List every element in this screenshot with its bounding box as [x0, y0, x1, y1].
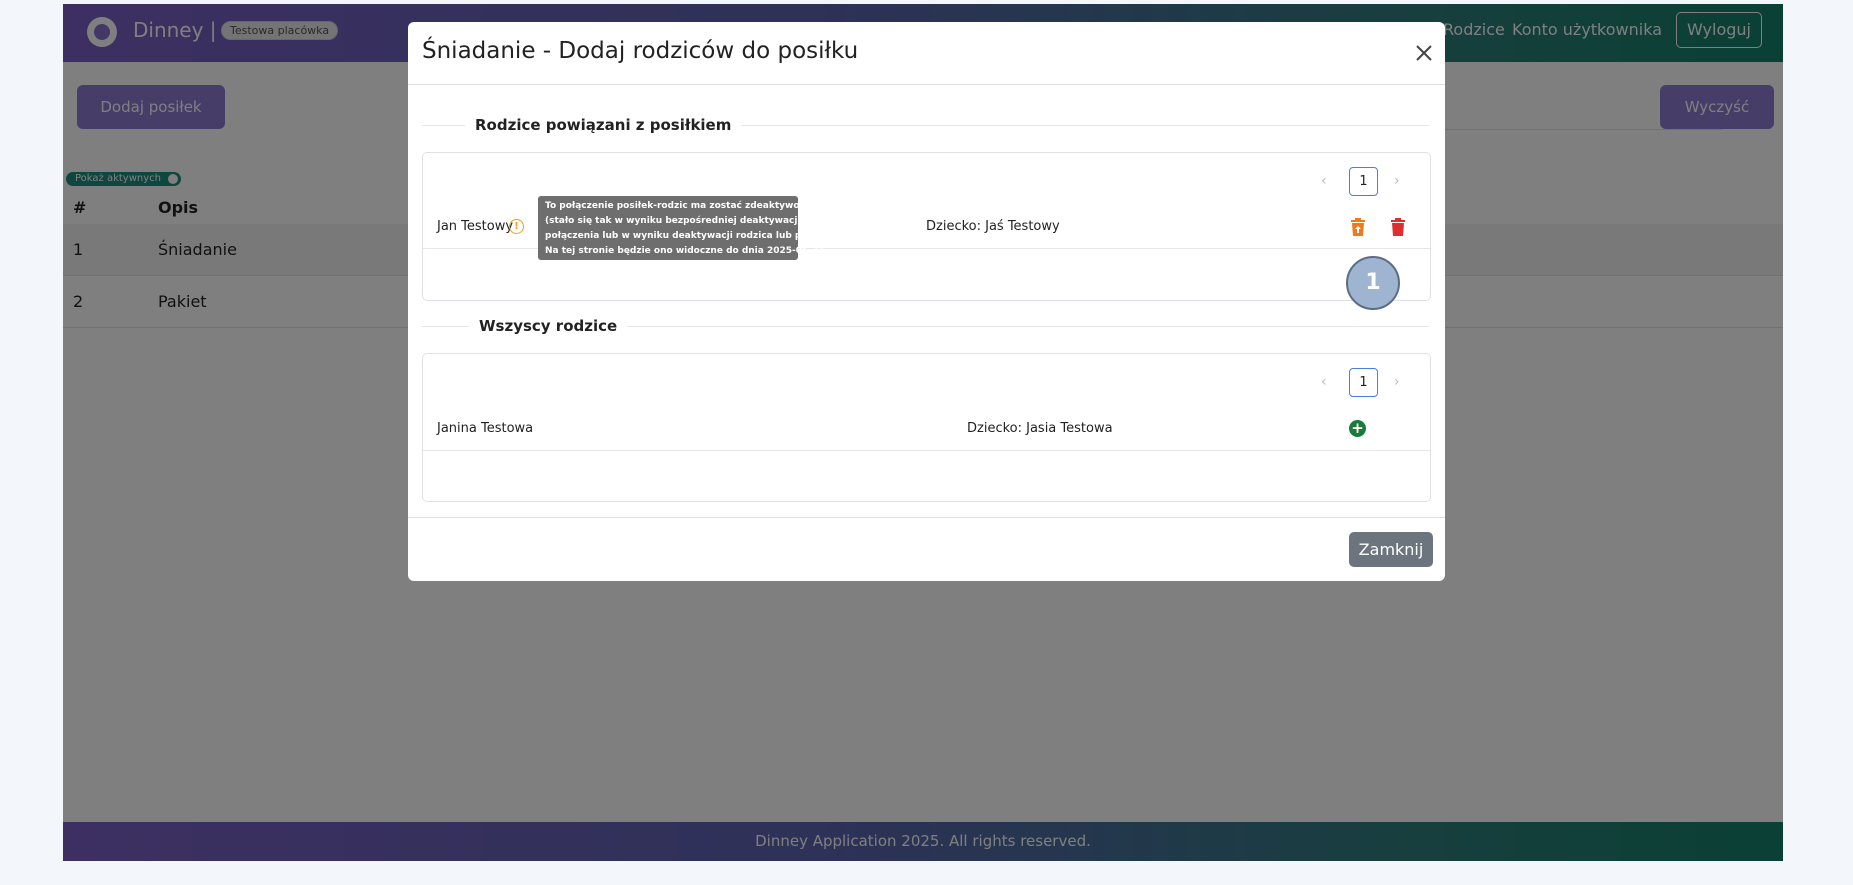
all-parents-heading: Wszyscy rodzice: [469, 317, 628, 335]
chevron-left-icon[interactable]: ‹: [1321, 173, 1327, 189]
chevron-right-icon[interactable]: ›: [1394, 374, 1400, 390]
step-marker: 1: [1346, 256, 1400, 310]
all-parents-card: ‹ 1 › Janina Testowa Dziecko: Jasia Test…: [422, 353, 1431, 502]
trash-icon[interactable]: [1390, 218, 1406, 236]
modal-title: Śniadanie - Dodaj rodziców do posiłku: [422, 38, 859, 64]
warning-tooltip: To połączenie posiłek-rodzic ma zostać z…: [538, 196, 839, 260]
modal-footer-divider: [408, 517, 1445, 518]
row-divider: [423, 450, 1430, 451]
chevron-right-icon[interactable]: ›: [1394, 173, 1400, 189]
plus-circle-icon[interactable]: +: [1349, 420, 1366, 437]
close-icon[interactable]: [1413, 42, 1435, 64]
trash-restore-icon[interactable]: [1350, 218, 1366, 236]
close-button[interactable]: Zamknij: [1349, 532, 1433, 567]
chevron-left-icon[interactable]: ‹: [1321, 374, 1327, 390]
child-name: Dziecko: Jasia Testowa: [967, 421, 1113, 436]
page-number[interactable]: 1: [1349, 167, 1378, 196]
modal-header-divider: [408, 84, 1445, 85]
add-parents-modal: Śniadanie - Dodaj rodziców do posiłku Ro…: [408, 22, 1445, 581]
page-number[interactable]: 1: [1349, 368, 1378, 397]
child-name: Dziecko: Jaś Testowy: [926, 219, 1060, 234]
warning-icon[interactable]: !: [509, 219, 524, 234]
linked-parents-heading: Rodzice powiązani z posiłkiem: [465, 116, 742, 134]
parent-name: Janina Testowa: [437, 421, 534, 436]
parent-name: Jan Testowy: [437, 219, 514, 234]
